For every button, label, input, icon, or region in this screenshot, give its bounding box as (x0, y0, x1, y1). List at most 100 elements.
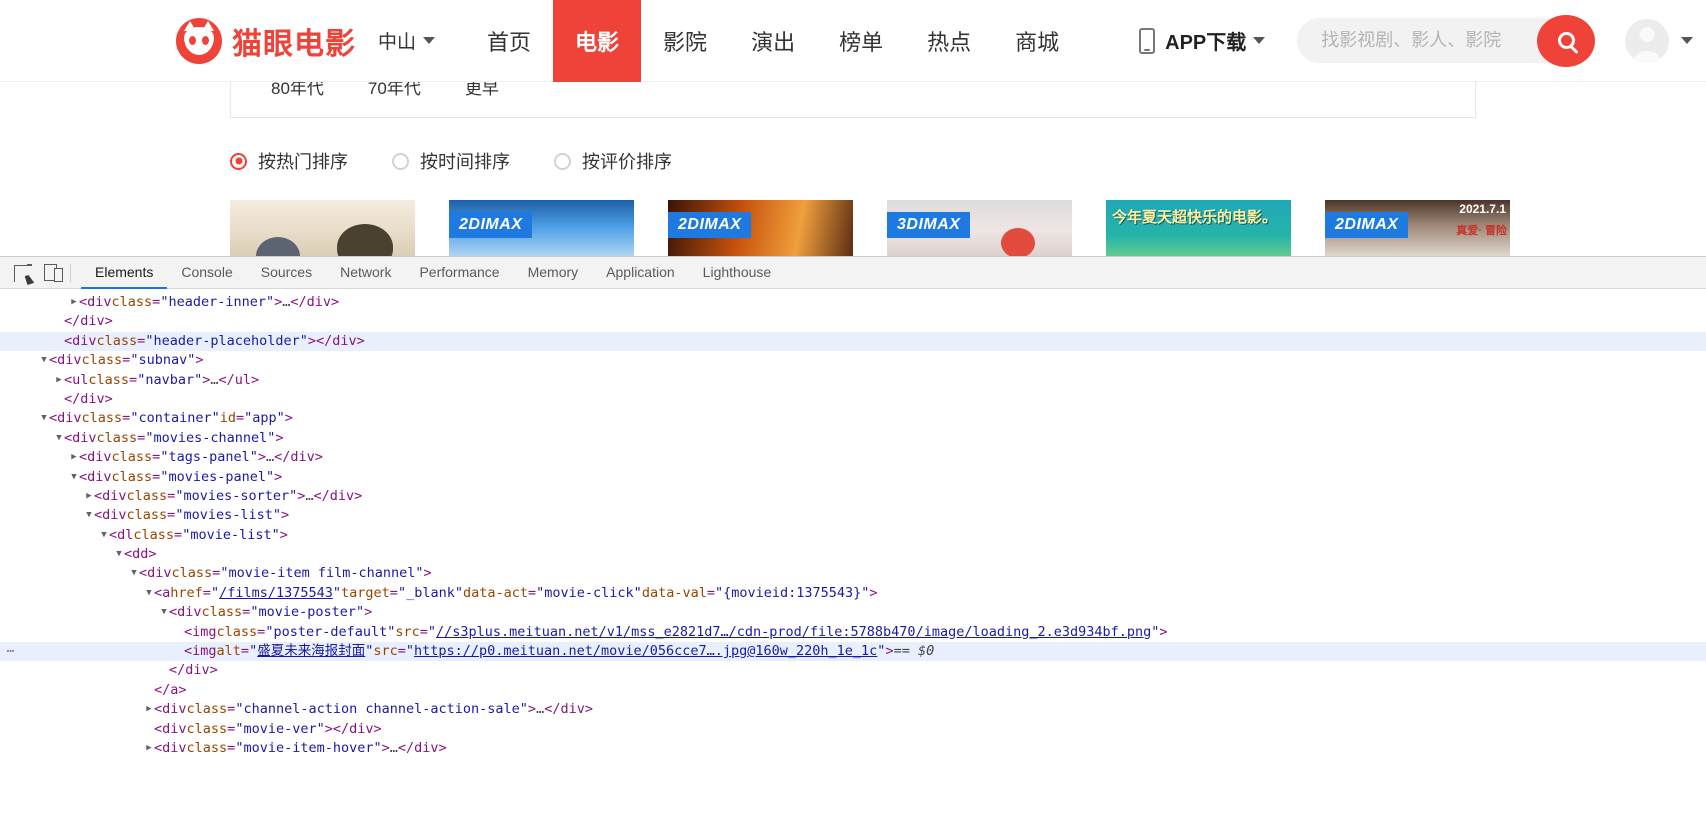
dom-attribute-link[interactable]: https://p0.meituan.net/movie/056cce7….jp… (414, 642, 877, 661)
dom-token: = (122, 352, 131, 369)
dom-token: "movie-ver" (235, 720, 325, 737)
dom-tree-row[interactable]: ⋯ < img alt = " 盛夏未来海报封面 " src = " https://p0.me… (0, 642, 1706, 662)
user-menu[interactable] (1625, 18, 1694, 63)
dom-tree-row[interactable]: ▼ < div class = "movies-panel" > (0, 468, 1706, 487)
search-input[interactable] (1297, 18, 1556, 63)
nav-item-mall[interactable]: 商城 (993, 0, 1081, 82)
dom-tree-row[interactable]: ▶ < div class = "channel-action channel-acti… (0, 700, 1706, 719)
dom-token: = (240, 643, 250, 660)
dom-token: href (170, 584, 203, 601)
search-button[interactable] (1537, 14, 1596, 67)
dom-token: > (364, 604, 373, 621)
nav-item-cinemas[interactable]: 影院 (641, 0, 729, 82)
sort-by-popularity[interactable]: 按热门排序 (230, 148, 348, 174)
sort-by-rating[interactable]: 按评价排序 (554, 148, 672, 174)
dom-tree-row[interactable]: ▼ < dd > (0, 545, 1706, 564)
dom-tree-row[interactable]: ▼ < dl class = "movie-list" > (0, 526, 1706, 545)
expand-arrow-icon[interactable]: ▶ (69, 448, 79, 467)
expand-arrow-icon[interactable]: ▶ (144, 700, 154, 719)
movie-poster: 2DIMAX (668, 200, 853, 256)
dom-token: … (536, 701, 545, 718)
collapse-arrow-icon[interactable]: ▼ (144, 584, 154, 603)
expand-arrow-icon[interactable]: ▶ (84, 487, 94, 506)
dom-tree-row[interactable]: ▶ < div class = "movie-item-hover" >… </div > (0, 739, 1706, 758)
movie-item[interactable] (230, 200, 415, 256)
tab-application[interactable]: Application (592, 257, 689, 289)
site-logo[interactable]: 猫眼电影 (176, 0, 356, 82)
city-selector[interactable]: 中山 (378, 27, 436, 54)
tab-console[interactable]: Console (167, 257, 246, 289)
dom-tree-row[interactable]: ▼ < div class = "movie-poster" > (0, 603, 1706, 622)
dom-tree-row[interactable]: </div > (0, 661, 1706, 680)
twisty-placeholder (174, 623, 184, 642)
nav-item-rankings[interactable]: 榜单 (817, 0, 905, 82)
dom-token: dl (117, 526, 134, 543)
dom-tree-row[interactable]: ▼ < div class = "subnav" > (0, 351, 1706, 370)
dom-token: src (395, 623, 420, 640)
era-tag-70s[interactable]: 70年代 (368, 82, 421, 99)
device-toolbar-toggle-button[interactable] (36, 260, 64, 286)
collapse-arrow-icon[interactable]: ▼ (99, 526, 109, 545)
movie-item[interactable]: 2021.7.1 真爱· 冒险 2DIMAX (1325, 200, 1510, 256)
dom-tree-row[interactable]: ▼ < div class = "container" id = "app" > (0, 409, 1706, 428)
era-tag-80s[interactable]: 80年代 (271, 82, 324, 99)
dom-token: > (178, 681, 187, 698)
dom-tree-row[interactable]: ▼ < div class = "movies-list" > (0, 506, 1706, 525)
nav-item-movies[interactable]: 电影 (553, 0, 642, 82)
movie-item[interactable]: 2DIMAX (668, 200, 853, 256)
collapse-arrow-icon[interactable]: ▼ (84, 506, 94, 525)
dom-tree-row[interactable]: ▶ < div class = "header-inner" >… </div > (0, 293, 1706, 312)
nav-item-home[interactable]: 首页 (465, 0, 553, 82)
movie-item[interactable]: 今年夏天超快乐的电影。 (1106, 200, 1291, 256)
dom-attribute-link[interactable]: //s3plus.meituan.net/v1/mss_e2821d7…/cdn… (436, 623, 1151, 642)
dom-token: < (124, 546, 133, 563)
dom-token: "movies-channel" (145, 429, 276, 446)
dom-tree-row[interactable]: ▶ < div class = "movies-sorter" >… </div > (0, 487, 1706, 506)
collapse-arrow-icon[interactable]: ▼ (39, 409, 49, 428)
tab-network[interactable]: Network (326, 257, 405, 289)
device-toggle-icon (43, 264, 63, 282)
nav-item-hot[interactable]: 热点 (905, 0, 993, 82)
sort-by-time[interactable]: 按时间排序 (392, 148, 510, 174)
dom-tree-row[interactable]: </div > (0, 312, 1706, 331)
dom-tree-row[interactable]: </a > (0, 681, 1706, 700)
nav-item-shows[interactable]: 演出 (729, 0, 817, 82)
expand-arrow-icon[interactable]: ▶ (69, 293, 79, 312)
radio-icon (392, 152, 409, 170)
dom-token: = (152, 449, 161, 466)
dom-tree-row[interactable]: ▶ < ul class = "navbar" >… </ul > (0, 371, 1706, 390)
dom-attribute-link[interactable]: 盛夏未来海报封面 (257, 642, 365, 661)
row-more-icon[interactable]: ⋯ (0, 642, 22, 661)
tab-sources[interactable]: Sources (247, 257, 326, 289)
expand-arrow-icon[interactable]: ▶ (54, 371, 64, 390)
dom-token: div (290, 449, 315, 466)
tab-memory[interactable]: Memory (514, 257, 593, 289)
app-download-button[interactable]: APP下载 (1139, 26, 1266, 55)
dom-tree-row[interactable]: < div class = "header-placeholder" > </div > (0, 331, 1706, 352)
dom-tree-row[interactable]: ▶ < div class = "tags-panel" >… </div > (0, 448, 1706, 467)
movie-item[interactable]: 3DIMAX (887, 200, 1072, 256)
dom-tree-row[interactable]: ▼ < div class = "movies-channel" > (0, 429, 1706, 448)
collapse-arrow-icon[interactable]: ▼ (129, 564, 139, 583)
inspect-element-button[interactable] (8, 260, 36, 286)
dom-token: "subnav" (130, 352, 196, 369)
era-tag-earlier[interactable]: 更早 (465, 82, 499, 99)
collapse-arrow-icon[interactable]: ▼ (54, 429, 64, 448)
tab-lighthouse[interactable]: Lighthouse (689, 257, 786, 289)
movie-item[interactable]: 2DIMAX (449, 200, 634, 256)
expand-arrow-icon[interactable]: ▶ (144, 739, 154, 758)
collapse-arrow-icon[interactable]: ▼ (69, 468, 79, 487)
dom-tree-row[interactable]: </div > (0, 390, 1706, 409)
dom-tree-row[interactable]: ▼ < a href = "/films/1375543 " target = "_blank… (0, 584, 1706, 603)
tab-elements[interactable]: Elements (81, 257, 168, 289)
tab-performance[interactable]: Performance (405, 257, 513, 289)
collapse-arrow-icon[interactable]: ▼ (39, 351, 49, 370)
collapse-arrow-icon[interactable]: ▼ (159, 603, 169, 622)
dom-tree-row[interactable]: ▼ < div class = "movie-item film-channel" > (0, 564, 1706, 583)
dom-attribute-link[interactable]: /films/1375543 (219, 584, 333, 603)
dom-token: > (284, 410, 293, 427)
dom-tree-row[interactable]: < img class = "poster-default" src = "//s3plu… (0, 623, 1706, 642)
collapse-arrow-icon[interactable]: ▼ (114, 545, 124, 564)
dom-token: > (279, 526, 288, 543)
dom-tree-row[interactable]: < div class = "movie-ver" > </div > (0, 720, 1706, 739)
